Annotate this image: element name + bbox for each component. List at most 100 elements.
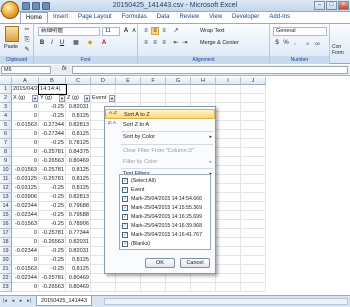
- row-header[interactable]: 1: [0, 85, 12, 94]
- table-cell[interactable]: 0: [12, 112, 39, 121]
- table-cell[interactable]: [241, 184, 266, 193]
- filter-dropdown-icon[interactable]: ▼: [84, 95, 90, 102]
- row-header[interactable]: 15: [0, 211, 12, 220]
- filter-dropdown-icon[interactable]: ▼: [109, 95, 115, 102]
- table-cell[interactable]: -0.25: [39, 103, 66, 112]
- table-cell[interactable]: [191, 94, 216, 103]
- table-cell[interactable]: 0.78125: [66, 139, 91, 148]
- paste-button[interactable]: Paste: [4, 44, 18, 50]
- table-cell[interactable]: -0.25: [39, 256, 66, 265]
- filter-dropdown-icon[interactable]: ▼: [32, 95, 38, 102]
- format-painter-icon[interactable]: ✎: [23, 46, 31, 54]
- close-button[interactable]: ×: [338, 1, 349, 10]
- currency-icon[interactable]: $: [273, 39, 281, 47]
- table-cell[interactable]: [241, 220, 266, 229]
- table-cell[interactable]: [241, 148, 266, 157]
- wrap-text-button[interactable]: Wrap Text: [200, 28, 225, 34]
- column-header[interactable]: J: [241, 77, 266, 85]
- minimize-button[interactable]: –: [314, 1, 325, 10]
- tab-add-ins[interactable]: Add-Ins: [264, 12, 295, 23]
- table-cell[interactable]: 0.82813: [66, 121, 91, 130]
- table-cell[interactable]: 0: [12, 283, 39, 292]
- table-cell[interactable]: [241, 283, 266, 292]
- table-cell[interactable]: 0: [12, 256, 39, 265]
- table-cell[interactable]: [91, 85, 116, 94]
- table-cell[interactable]: [216, 94, 241, 103]
- row-header[interactable]: 12: [0, 184, 12, 193]
- table-cell[interactable]: [241, 229, 266, 238]
- table-cell[interactable]: 0: [12, 238, 39, 247]
- table-cell[interactable]: 0.80469: [66, 283, 91, 292]
- table-cell[interactable]: [141, 94, 166, 103]
- align-center-icon[interactable]: ≡: [151, 39, 159, 47]
- office-button[interactable]: [1, 1, 19, 19]
- table-cell[interactable]: [216, 121, 241, 130]
- copy-icon[interactable]: ⎘: [23, 36, 31, 44]
- table-cell[interactable]: 0.82031: [66, 247, 91, 256]
- row-header[interactable]: 11: [0, 175, 12, 184]
- next-sheet-icon[interactable]: ▸: [18, 298, 24, 305]
- table-cell[interactable]: -0.25781: [39, 175, 66, 184]
- maximize-button[interactable]: □: [326, 1, 337, 10]
- prev-sheet-icon[interactable]: ◂: [10, 298, 16, 305]
- table-cell[interactable]: [191, 283, 216, 292]
- row-header[interactable]: 3: [0, 103, 12, 112]
- table-cell[interactable]: Y (g) ▼: [39, 94, 66, 103]
- row-header[interactable]: 19: [0, 247, 12, 256]
- orientation-icon[interactable]: ↗: [172, 27, 180, 35]
- merge-center-button[interactable]: Merge & Center: [200, 40, 239, 46]
- align-left-icon[interactable]: ≡: [142, 39, 150, 47]
- table-cell[interactable]: [216, 238, 241, 247]
- table-cell[interactable]: 0.84375: [66, 148, 91, 157]
- checkbox-icon[interactable]: ✓: [122, 187, 128, 193]
- filter-menu-item[interactable]: Sort Z to A Z↓A: [105, 120, 215, 130]
- font-color-icon[interactable]: A: [100, 39, 108, 47]
- row-header[interactable]: 20: [0, 256, 12, 265]
- table-cell[interactable]: -0.27344: [39, 121, 66, 130]
- table-cell[interactable]: [116, 274, 141, 283]
- decrease-indent-icon[interactable]: ⇤: [172, 39, 180, 47]
- checkbox-icon[interactable]: ✓: [122, 205, 128, 211]
- column-header[interactable]: C: [66, 77, 91, 85]
- table-cell[interactable]: [191, 274, 216, 283]
- table-cell[interactable]: [241, 130, 266, 139]
- row-header[interactable]: 5: [0, 121, 12, 130]
- table-cell[interactable]: [216, 85, 241, 94]
- table-cell[interactable]: [216, 256, 241, 265]
- table-cell[interactable]: [241, 121, 266, 130]
- table-cell[interactable]: 0: [12, 148, 39, 157]
- fill-color-icon[interactable]: ◆: [86, 39, 94, 47]
- table-cell[interactable]: -0.27344: [39, 130, 66, 139]
- filter-menu-item[interactable]: Filter by Color ▸: [105, 157, 215, 167]
- table-cell[interactable]: [216, 211, 241, 220]
- name-box[interactable]: M6: [1, 66, 51, 74]
- table-cell[interactable]: [216, 130, 241, 139]
- table-cell[interactable]: 0: [12, 139, 39, 148]
- select-all-corner[interactable]: [0, 77, 12, 85]
- fx-icon[interactable]: fx: [62, 66, 67, 72]
- table-cell[interactable]: -0.25: [39, 202, 66, 211]
- table-cell[interactable]: Event ▼: [91, 94, 116, 103]
- row-header[interactable]: 2: [0, 94, 12, 103]
- table-cell[interactable]: [216, 166, 241, 175]
- checkbox-icon[interactable]: ✓: [122, 232, 128, 238]
- table-cell[interactable]: -0.25: [39, 220, 66, 229]
- table-cell[interactable]: -0.25781: [39, 166, 66, 175]
- table-cell[interactable]: -0.25: [39, 139, 66, 148]
- row-header[interactable]: 10: [0, 166, 12, 175]
- table-cell[interactable]: [216, 184, 241, 193]
- row-header[interactable]: 13: [0, 193, 12, 202]
- checkbox-icon[interactable]: ✓: [122, 223, 128, 229]
- table-cell[interactable]: -0.25: [39, 193, 66, 202]
- row-header[interactable]: 9: [0, 157, 12, 166]
- table-cell[interactable]: -0.02344: [12, 274, 39, 283]
- formula-input[interactable]: [72, 66, 348, 74]
- table-cell[interactable]: [241, 157, 266, 166]
- tab-home[interactable]: Home: [20, 12, 49, 23]
- align-top-icon[interactable]: ≡: [142, 27, 150, 35]
- table-cell[interactable]: [216, 193, 241, 202]
- percent-icon[interactable]: %: [282, 39, 290, 47]
- table-cell[interactable]: 0: [12, 130, 39, 139]
- table-cell[interactable]: [116, 283, 141, 292]
- table-cell[interactable]: 0.8125: [66, 175, 91, 184]
